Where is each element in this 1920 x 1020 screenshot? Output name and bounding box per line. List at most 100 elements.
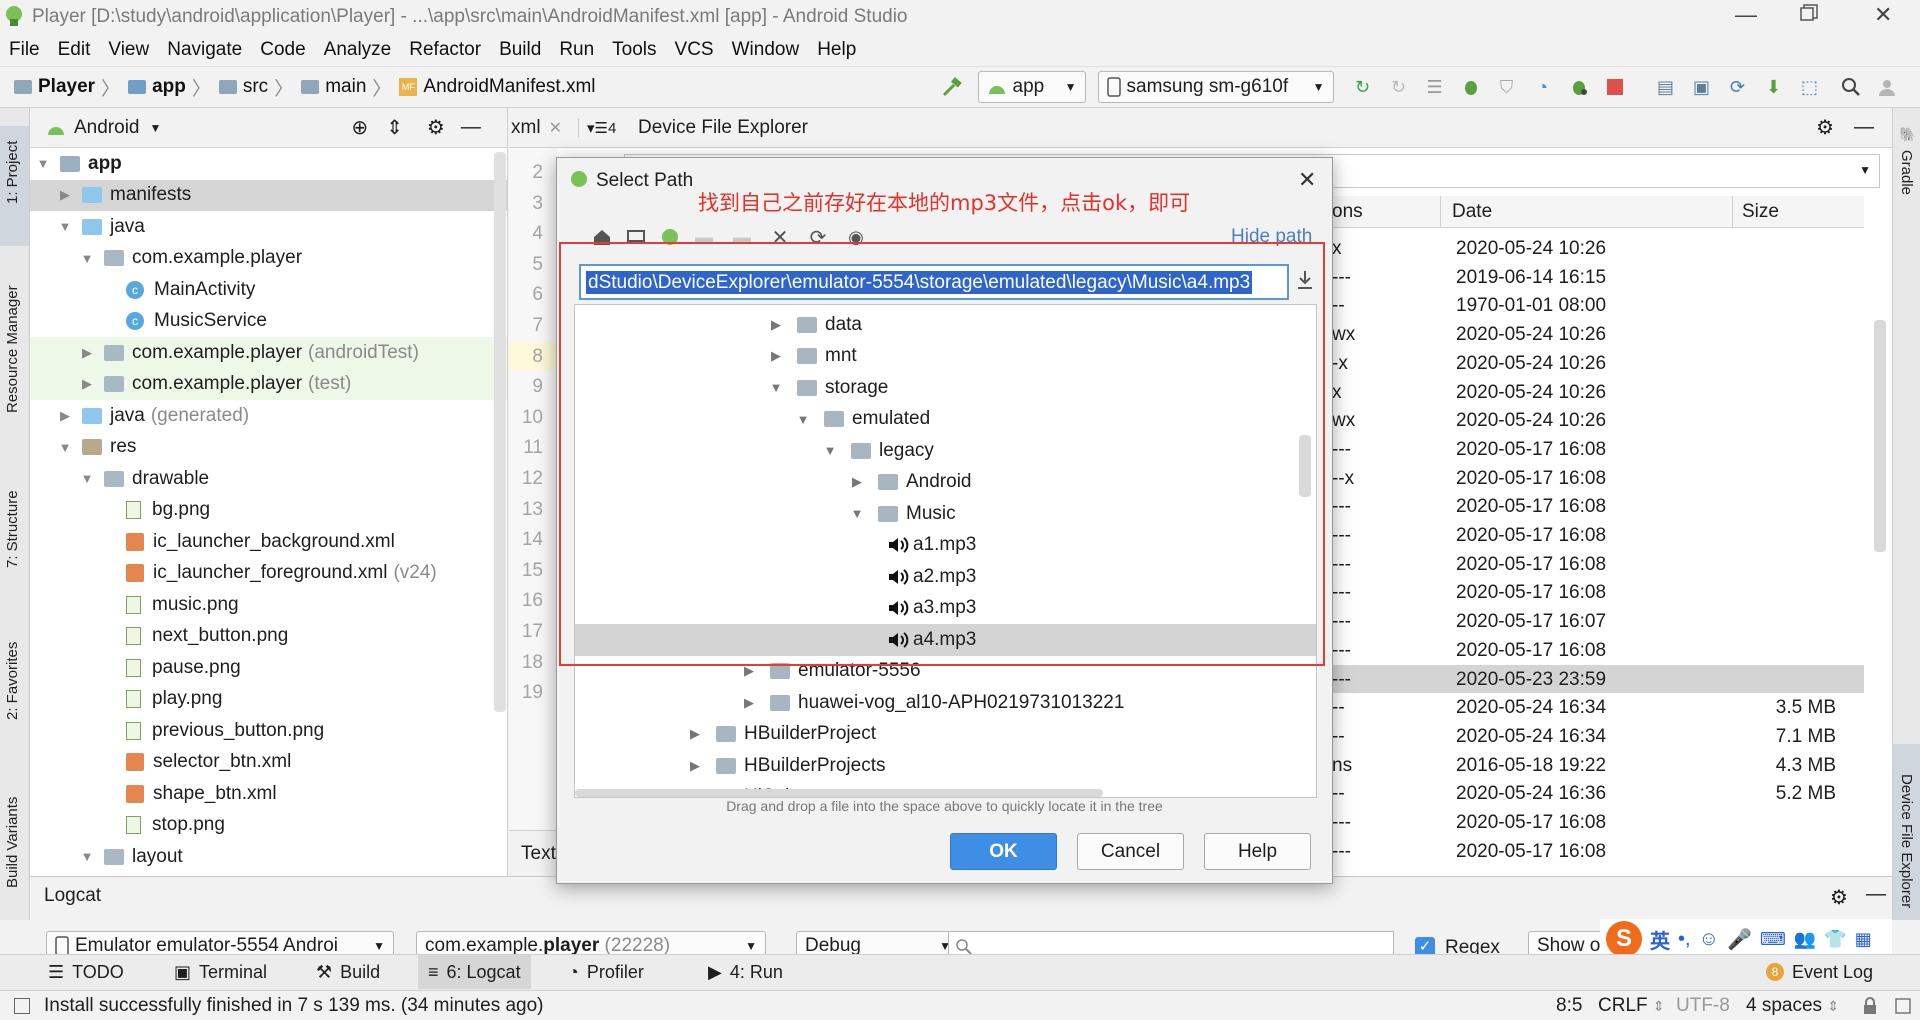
menu-help[interactable]: Help xyxy=(808,34,865,66)
bottom-tab-profiler[interactable]: ◔ Profiler xyxy=(558,955,654,989)
folder-item[interactable]: ▶ mnt xyxy=(575,341,1316,373)
audio-file-item[interactable]: a2.mp3 xyxy=(575,561,1316,593)
breadcrumb-main[interactable]: main 〉 xyxy=(301,74,391,101)
account-icon[interactable] xyxy=(1874,74,1900,100)
menu-file[interactable]: File xyxy=(0,34,49,66)
ok-button[interactable]: OK xyxy=(950,833,1057,870)
caret-position[interactable]: 8:5 xyxy=(1556,995,1582,1017)
bottom-tab-todo[interactable]: ☰ TODO xyxy=(38,955,134,989)
project-tree-item[interactable]: shape_btn.xml xyxy=(30,778,507,810)
tool-structure[interactable]: 7: Structure xyxy=(4,490,21,568)
expanded-arrow-icon[interactable]: ▼ xyxy=(850,506,864,521)
gear-icon[interactable]: ⚙ xyxy=(427,115,445,140)
ime-grid-icon[interactable]: ▦ xyxy=(1855,929,1872,950)
tab-list-icon[interactable]: ▾☰4 xyxy=(577,118,616,137)
project-tree-item[interactable]: ic_launcher_foreground.xml (v24) xyxy=(30,558,507,590)
hide-panel-icon[interactable]: — xyxy=(1854,116,1874,139)
audio-file-item[interactable]: a3.mp3 xyxy=(575,593,1316,625)
hector-icon[interactable] xyxy=(1894,997,1912,1015)
ime-language-label[interactable]: 英 xyxy=(1650,925,1670,954)
project-tree-item[interactable]: bg.png xyxy=(30,495,507,527)
expanded-arrow-icon[interactable]: ▼ xyxy=(36,156,50,171)
collapsed-arrow-icon[interactable]: ▶ xyxy=(80,345,94,361)
folder-item[interactable]: ▶ Android xyxy=(575,467,1316,499)
expanded-arrow-icon[interactable]: ▼ xyxy=(769,380,783,395)
new-folder-icon[interactable]: ▬ xyxy=(691,224,717,250)
collapsed-arrow-icon[interactable]: ▶ xyxy=(769,348,783,364)
dialog-tree-h-scrollbar[interactable] xyxy=(575,789,1103,797)
download-icon[interactable] xyxy=(1295,268,1315,292)
project-tree-item[interactable]: selector_btn.xml xyxy=(30,747,507,779)
project-tree-item[interactable]: music.png xyxy=(30,589,507,621)
collapsed-arrow-icon[interactable]: ▶ xyxy=(742,663,756,679)
profile-gauge-icon[interactable]: ◔ xyxy=(1530,74,1556,100)
sdk-manager-icon[interactable]: ⬇ xyxy=(1761,74,1787,100)
ime-skin-icon[interactable]: 👕 xyxy=(1824,929,1846,950)
cancel-button[interactable]: Cancel xyxy=(1077,833,1184,870)
close-dialog-icon[interactable]: ✕ xyxy=(1298,167,1316,193)
folder-item[interactable]: ▶ data xyxy=(575,309,1316,341)
project-tree-item[interactable]: ▶ com.example.player (test) xyxy=(30,368,507,400)
col-date[interactable]: Date xyxy=(1452,201,1492,223)
menu-navigate[interactable]: Navigate xyxy=(158,34,251,66)
collapsed-arrow-icon[interactable]: ▶ xyxy=(688,726,702,742)
expanded-arrow-icon[interactable]: ▼ xyxy=(80,251,94,266)
close-window-icon[interactable]: ✕ xyxy=(1874,2,1892,28)
line-separator[interactable]: CRLF ⇕ xyxy=(1598,995,1665,1017)
menu-analyze[interactable]: Analyze xyxy=(315,34,401,66)
make-project-hammer-icon[interactable] xyxy=(939,74,965,100)
indent-setting[interactable]: 4 spaces ⇕ xyxy=(1746,995,1839,1017)
project-tree-item[interactable]: ▼ res xyxy=(30,432,507,464)
hide-panel-icon[interactable]: — xyxy=(461,116,481,139)
bottom-tab-build[interactable]: ⚒ Build xyxy=(306,955,390,989)
device-explorer-scrollbar[interactable] xyxy=(1874,320,1886,552)
sync-gradle-icon[interactable]: ⟳ xyxy=(1725,74,1751,100)
ime-microphone-icon[interactable]: 🎤 xyxy=(1727,927,1752,952)
folder-item[interactable]: ▼ Music xyxy=(575,498,1316,530)
collapsed-arrow-icon[interactable]: ▶ xyxy=(850,474,864,490)
audio-file-item[interactable]: a4.mp3 xyxy=(575,624,1316,656)
collapse-all-icon[interactable]: ⇕ xyxy=(386,115,403,140)
project-tree-item[interactable]: ▶ manifests xyxy=(30,179,507,211)
project-tree-item[interactable]: ▼ java xyxy=(30,211,507,243)
bottom-tab-4-run[interactable]: ▶ 4: Run xyxy=(698,955,793,989)
folder-item[interactable]: ▼ storage xyxy=(575,372,1316,404)
project-tree-item[interactable]: pause.png xyxy=(30,652,507,684)
project-tree-item[interactable]: c MusicService xyxy=(30,306,507,338)
ime-user-icon[interactable]: 👥 xyxy=(1794,929,1816,950)
apply-changes-icon[interactable]: ↻ xyxy=(1350,74,1376,100)
folder-item[interactable]: ▶ huawei-vog_al10-APH0219731013221 xyxy=(575,687,1316,719)
collapsed-arrow-icon[interactable]: ▶ xyxy=(742,695,756,711)
project-tree-item[interactable]: ▶ com.example.player (androidTest) xyxy=(30,337,507,369)
debug-bug-icon[interactable] xyxy=(1458,74,1484,100)
bottom-tab-terminal[interactable]: ▣ Terminal xyxy=(164,955,277,989)
lock-icon[interactable] xyxy=(1862,996,1878,1015)
tool-resource-manager[interactable]: Resource Manager xyxy=(4,285,21,413)
folder-item[interactable]: ▶ HBuilderProject xyxy=(575,719,1316,751)
expanded-arrow-icon[interactable]: ▼ xyxy=(80,849,94,864)
run-config-select[interactable]: app ▼ xyxy=(977,71,1086,103)
sogou-ime-icon[interactable]: S xyxy=(1606,921,1642,957)
collapsed-arrow-icon[interactable]: ▶ xyxy=(688,758,702,774)
project-tree-item[interactable]: next_button.png xyxy=(30,621,507,653)
project-tree-item[interactable]: play.png xyxy=(30,684,507,716)
menu-window[interactable]: Window xyxy=(723,34,809,66)
project-tree-item[interactable]: ic_launcher_background.xml xyxy=(30,526,507,558)
refresh-icon[interactable]: ⟳ xyxy=(805,224,831,250)
expanded-arrow-icon[interactable]: ▼ xyxy=(58,219,72,234)
list-icon[interactable]: ☰ xyxy=(1422,74,1448,100)
audio-file-item[interactable]: a1.mp3 xyxy=(575,530,1316,562)
tool-gradle[interactable]: Gradle xyxy=(1898,150,1915,195)
expanded-arrow-icon[interactable]: ▼ xyxy=(58,440,72,455)
file-encoding[interactable]: UTF-8 xyxy=(1676,995,1730,1017)
hide-path-link[interactable]: Hide path xyxy=(1231,226,1312,248)
breadcrumb-project[interactable]: Player 〉 xyxy=(14,74,120,101)
new-folder-alt-icon[interactable]: ▬ xyxy=(729,224,755,250)
minimize-icon[interactable]: — xyxy=(1735,2,1757,28)
device-select[interactable]: samsung sm-g610f ▼ xyxy=(1097,71,1334,103)
event-log-tab[interactable]: 8 Event Log xyxy=(1766,955,1873,989)
dialog-tree-v-scrollbar[interactable] xyxy=(1299,435,1311,497)
folder-item[interactable]: ▼ emulated xyxy=(575,404,1316,436)
delete-icon[interactable]: ✕ xyxy=(767,224,793,250)
attach-debugger-icon[interactable] xyxy=(1566,74,1592,100)
